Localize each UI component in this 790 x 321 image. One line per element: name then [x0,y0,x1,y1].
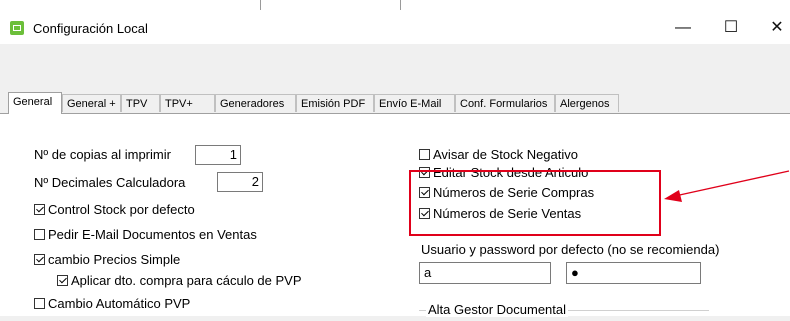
annotation-arrow-icon [664,170,790,202]
tab-general[interactable]: General [8,92,62,114]
